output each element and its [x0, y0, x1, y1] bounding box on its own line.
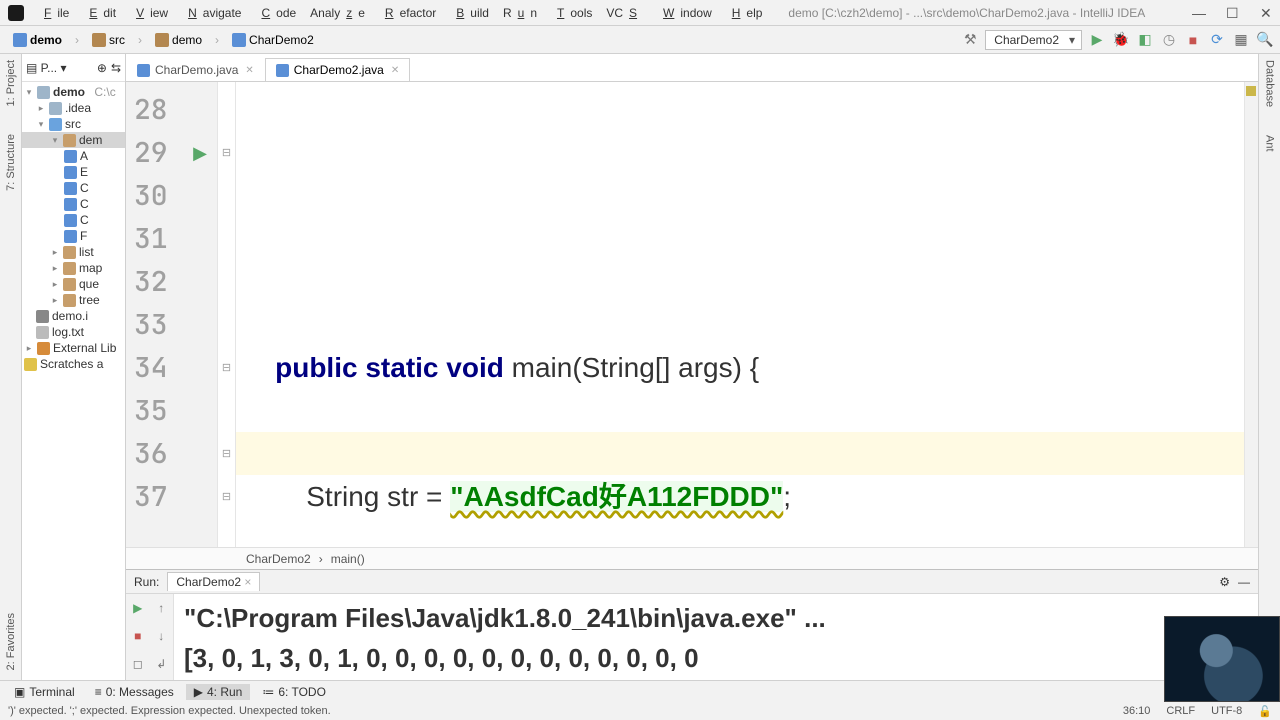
- status-readonly-icon[interactable]: 🔓: [1258, 705, 1272, 718]
- profile-icon[interactable]: ◷: [1160, 31, 1178, 49]
- run-label: Run:: [134, 575, 159, 589]
- tab-messages[interactable]: ≡ 0: Messages: [87, 684, 182, 700]
- close-icon[interactable]: ✕: [245, 65, 253, 76]
- gutter-run-icon[interactable]: ▶: [193, 144, 207, 162]
- right-tool-stripe: Database Ant: [1258, 54, 1280, 680]
- code-editor[interactable]: public static void main(String[] args) {…: [236, 82, 1244, 547]
- debug-bug-icon[interactable]: 🐞: [1112, 31, 1130, 49]
- crumb-class[interactable]: CharDemo2: [225, 31, 321, 49]
- run-settings-icon[interactable]: ⚙: [1219, 575, 1230, 589]
- menu-help[interactable]: Help: [720, 4, 769, 22]
- project-collapse-icon[interactable]: ⇆: [111, 61, 121, 75]
- window-title-path: demo [C:\czh2\demo] - ...\src\demo\CharD…: [782, 4, 1151, 22]
- status-encoding[interactable]: UTF-8: [1211, 705, 1242, 718]
- down-icon[interactable]: ↓: [158, 629, 164, 643]
- stop-icon[interactable]: ■: [1184, 31, 1202, 49]
- up-icon[interactable]: ↑: [158, 601, 164, 615]
- run-tool-window: Run: CharDemo2 × ⚙ — ▶ ↑ ■ ↓ ◻ ↲ "C:\Progra…: [126, 569, 1258, 680]
- menu-run[interactable]: Run: [497, 4, 543, 22]
- search-everywhere-icon[interactable]: 🔍: [1256, 31, 1274, 49]
- menu-vcs[interactable]: VCS: [600, 4, 649, 22]
- tab-run[interactable]: ▶ 4: Run: [186, 684, 251, 700]
- close-icon[interactable]: ✕: [391, 65, 399, 76]
- window-minimize-icon[interactable]: —: [1186, 3, 1206, 24]
- error-stripe[interactable]: [1244, 82, 1258, 547]
- editor-breadcrumb[interactable]: CharDemo2›main(): [126, 547, 1258, 569]
- stop-icon[interactable]: ■: [134, 629, 141, 643]
- close-icon[interactable]: ×: [244, 575, 251, 589]
- editor-tab[interactable]: CharDemo2.java✕: [265, 58, 410, 81]
- menu-view[interactable]: View: [124, 4, 174, 22]
- tool-tab-project[interactable]: 1: Project: [5, 60, 17, 106]
- status-message: ')' expected. ';' expected. Expression e…: [8, 705, 331, 717]
- run-coverage-icon[interactable]: ◧: [1136, 31, 1154, 49]
- tab-terminal[interactable]: ▣ Terminal: [6, 684, 83, 700]
- menu-tools[interactable]: Tools: [545, 4, 598, 22]
- project-tool-window: ▤ P... ▾ ⊕ ⇆ ▾demo C:\c ▸.idea ▾src ▾dem…: [22, 54, 126, 680]
- tab-todo[interactable]: ≔ 6: TODO: [254, 684, 334, 700]
- menu-analyze[interactable]: Analyze: [304, 4, 371, 22]
- rerun-icon[interactable]: ▶: [133, 601, 142, 615]
- wrap-icon[interactable]: ↲: [156, 657, 166, 671]
- webcam-overlay: [1164, 616, 1280, 702]
- build-hammer-icon[interactable]: ⚒: [961, 31, 979, 49]
- tool-tab-structure[interactable]: 7: Structure: [5, 134, 17, 191]
- menu-file[interactable]: File: [32, 4, 75, 22]
- run-side-toolbar: ▶ ↑ ■ ↓ ◻ ↲: [126, 594, 174, 680]
- tool-tab-favorites[interactable]: 2: Favorites: [5, 613, 17, 670]
- menu-code[interactable]: Code: [249, 4, 302, 22]
- run-hide-icon[interactable]: —: [1238, 575, 1250, 589]
- crumb-pkg[interactable]: demo: [148, 31, 209, 49]
- editor-tabs: CharDemo.java✕ CharDemo2.java✕: [126, 54, 1258, 82]
- fold-gutter[interactable]: ⊟ ⊟ ⊟ ⊟: [218, 82, 236, 547]
- editor-area: CharDemo.java✕ CharDemo2.java✕ 28 29▶ 30…: [126, 54, 1258, 680]
- run-console-output[interactable]: "C:\Program Files\Java\jdk1.8.0_241\bin\…: [174, 594, 1258, 680]
- app-logo-icon: [8, 5, 24, 21]
- project-tree[interactable]: ▾demo C:\c ▸.idea ▾src ▾dem A E C C C F …: [22, 82, 125, 680]
- menu-edit[interactable]: Edit: [77, 4, 122, 22]
- bottom-tool-stripe: ▣ Terminal ≡ 0: Messages ▶ 4: Run ≔ 6: T…: [0, 680, 1280, 702]
- window-maximize-icon[interactable]: ☐: [1220, 3, 1240, 24]
- run-config-dropdown[interactable]: CharDemo2: [985, 30, 1082, 50]
- project-locate-icon[interactable]: ⊕: [97, 61, 107, 75]
- main-menu-bar: File Edit View Navigate Code Analyze Ref…: [0, 0, 1280, 26]
- line-number-gutter[interactable]: 28 29▶ 30 31 32 33 34 35 36 37: [126, 82, 218, 547]
- update-icon[interactable]: ⟳: [1208, 31, 1226, 49]
- tool-tab-database[interactable]: Database: [1264, 60, 1276, 107]
- status-line-sep[interactable]: CRLF: [1166, 705, 1195, 718]
- status-bar: ')' expected. ';' expected. Expression e…: [0, 702, 1280, 720]
- project-view-selector[interactable]: ▤ P... ▾: [26, 61, 67, 75]
- run-play-icon[interactable]: ▶: [1088, 31, 1106, 49]
- menu-window[interactable]: Window: [651, 4, 718, 22]
- menu-navigate[interactable]: Navigate: [176, 4, 247, 22]
- menu-build[interactable]: Build: [444, 4, 495, 22]
- navigation-bar: demo › src › demo › CharDemo2 ⚒ CharDemo…: [0, 26, 1280, 54]
- left-tool-stripe: 1: Project 7: Structure 2: Favorites: [0, 54, 22, 680]
- project-structure-icon[interactable]: ▦: [1232, 31, 1250, 49]
- menu-refactor[interactable]: Refactor: [373, 4, 442, 22]
- window-close-icon[interactable]: ✕: [1254, 3, 1274, 24]
- editor-tab[interactable]: CharDemo.java✕: [126, 58, 265, 81]
- status-caret-pos[interactable]: 36:10: [1123, 705, 1151, 718]
- crumb-src[interactable]: src: [85, 31, 132, 49]
- tool-tab-ant[interactable]: Ant: [1264, 135, 1276, 152]
- pin-icon[interactable]: ◻: [133, 657, 143, 671]
- run-tab[interactable]: CharDemo2 ×: [167, 572, 260, 591]
- crumb-root[interactable]: demo: [6, 31, 69, 49]
